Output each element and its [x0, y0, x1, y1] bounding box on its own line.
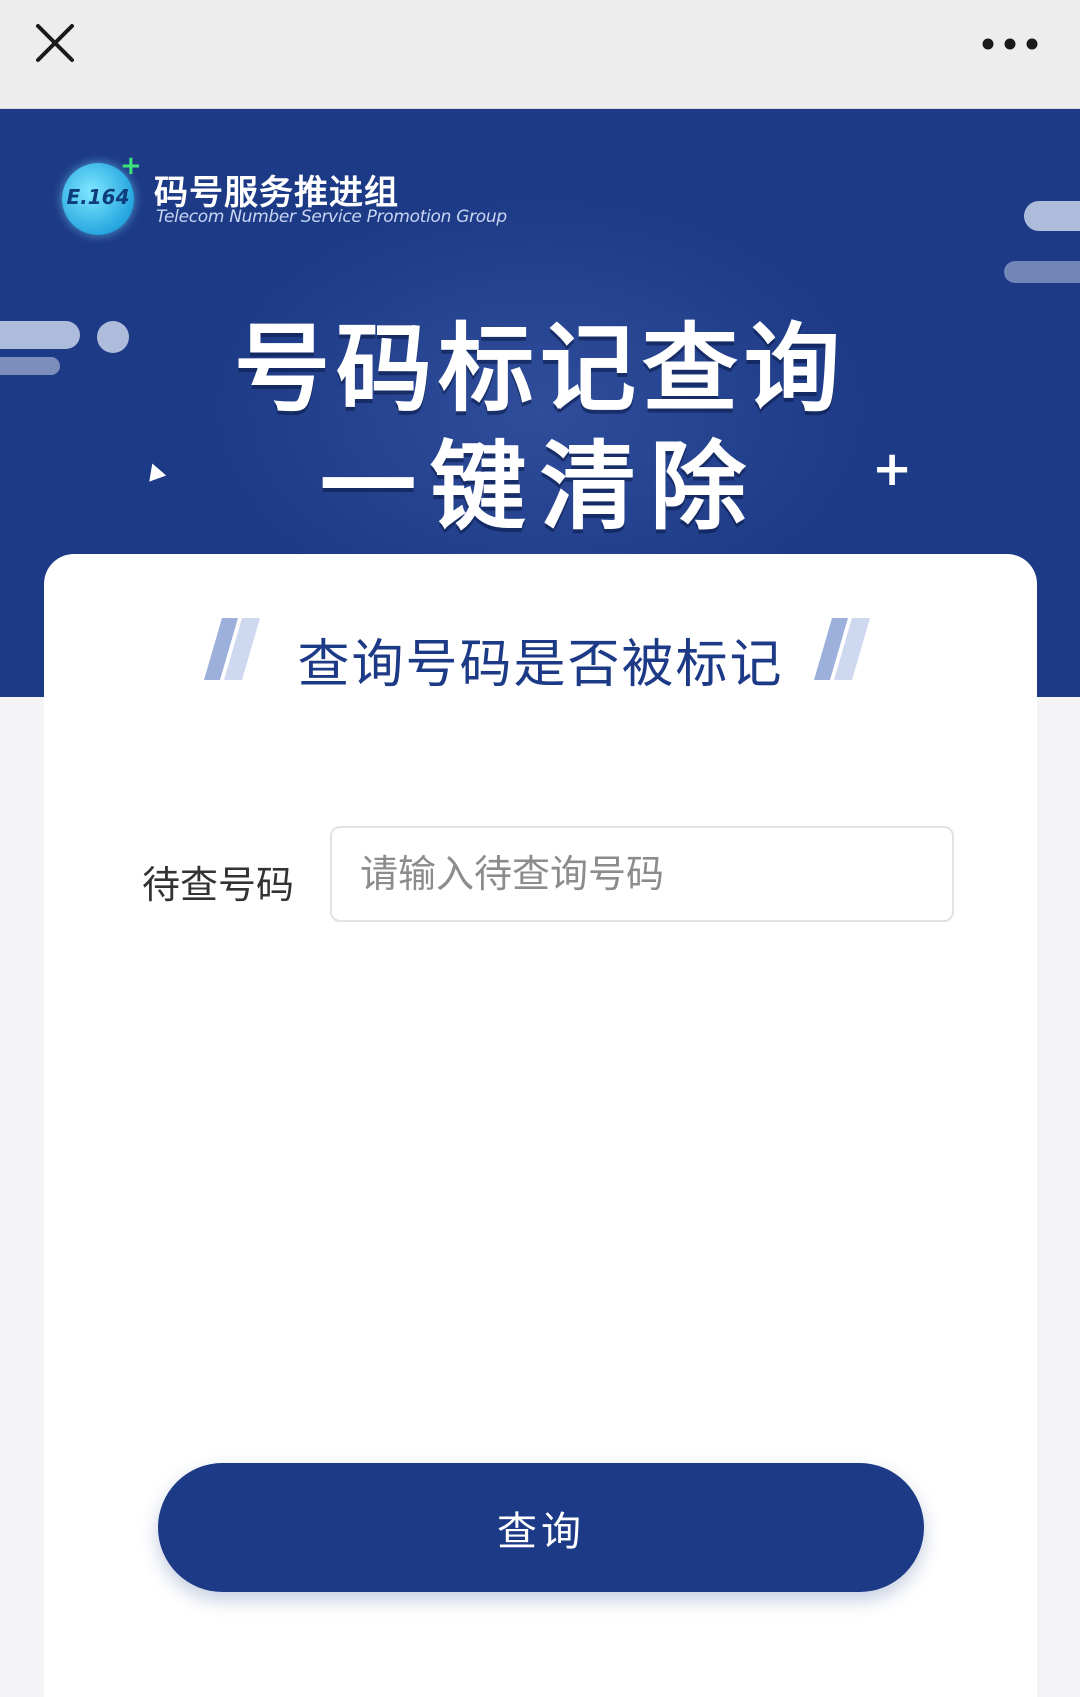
hero-subheadline: 一键清除: [320, 431, 760, 543]
decor-pill: [1004, 261, 1080, 283]
close-icon[interactable]: [30, 18, 80, 68]
card-title: 查询号码是否被标记: [297, 635, 784, 695]
query-card: 查询号码是否被标记 待查号码 查询: [44, 554, 1037, 1697]
org-name-en: Telecom Number Service Promotion Group: [156, 207, 507, 227]
slash-decor-icon: [814, 614, 874, 684]
phone-number-input[interactable]: [330, 826, 954, 922]
logo-plus-icon: +: [120, 151, 142, 181]
phone-number-label: 待查号码: [142, 863, 295, 907]
top-bar: [0, 0, 1080, 109]
logo-text: E.164: [66, 185, 130, 209]
more-horizontal-icon[interactable]: [980, 26, 1040, 62]
query-button[interactable]: 查询: [158, 1463, 924, 1592]
decor-pill: [1024, 201, 1080, 231]
